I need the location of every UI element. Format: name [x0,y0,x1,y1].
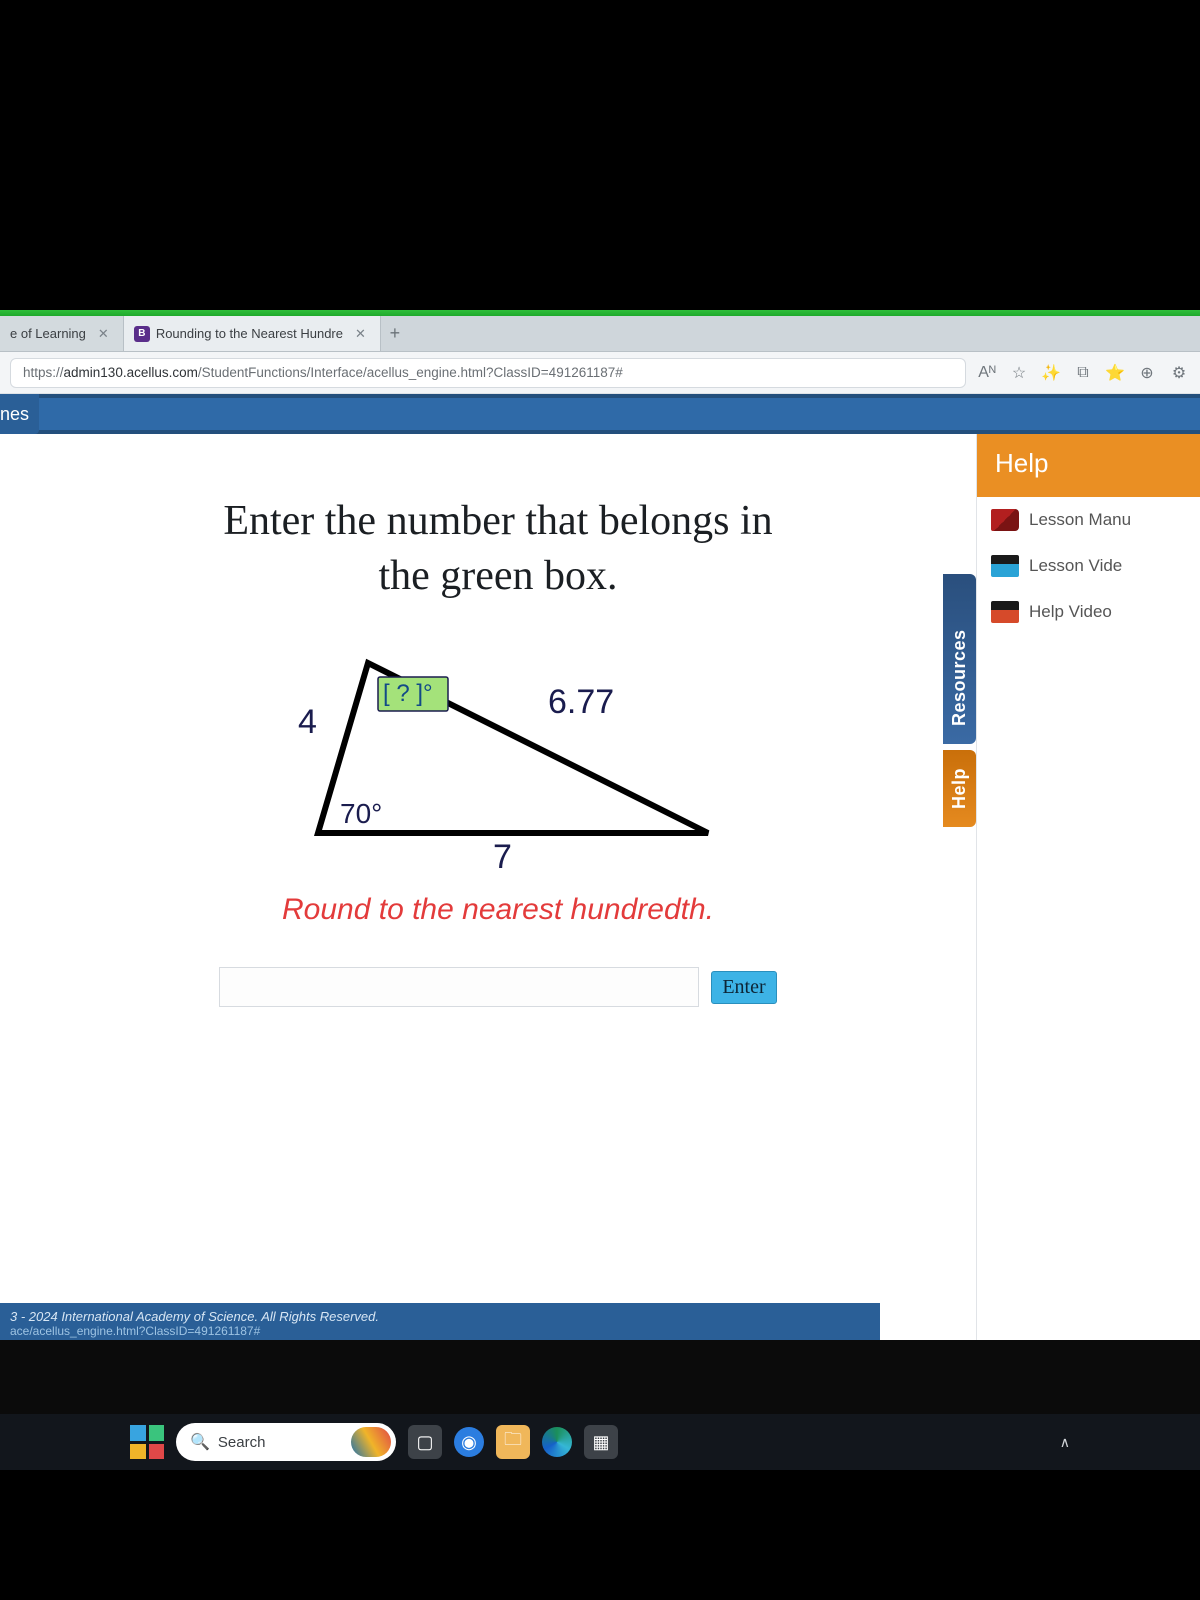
collections-icon[interactable]: ⊕ [1136,363,1158,383]
browser-tab-active[interactable]: B Rounding to the Nearest Hundre ✕ [124,316,381,351]
help-item-lesson-manual[interactable]: Lesson Manu [977,497,1200,543]
question-area: Enter the number that belongs in the gre… [0,434,976,1340]
prompt-line: Enter the number that belongs in [223,498,772,544]
app-grid-icon[interactable]: ▦ [584,1425,618,1459]
url-host: admin130.acellus.com [64,365,198,380]
side-label-bottom: 7 [493,838,512,873]
address-bar[interactable]: https://admin130.acellus.com/StudentFunc… [10,358,966,388]
windows-taskbar: 🔍 Search ▢ ◉ 🗀 ▦ ∧ [0,1414,1200,1470]
site-footer: 3 - 2024 International Academy of Scienc… [0,1303,880,1340]
search-highlight-icon [351,1427,391,1457]
browser-tab-strip: e of Learning ✕ B Rounding to the Neares… [0,316,1200,352]
browser-tab-inactive[interactable]: e of Learning ✕ [0,316,124,351]
tab-favicon: B [134,326,150,342]
clapper-icon [991,601,1019,623]
book-icon [991,509,1019,531]
search-placeholder: Search [218,1434,266,1451]
lesson-app: Enter the number that belongs in the gre… [0,434,1200,1340]
read-aloud-icon[interactable]: Aᴺ [976,364,998,382]
taskbar-search[interactable]: 🔍 Search [176,1423,396,1461]
favorite-icon[interactable]: ☆ [1008,363,1030,383]
favorites-bar-icon[interactable]: ⭐ [1104,363,1126,383]
help-item-label: Lesson Vide [1029,556,1122,576]
camera-app-icon[interactable]: ◉ [454,1427,484,1457]
question-prompt: Enter the number that belongs in the gre… [108,494,888,603]
sparkle-icon[interactable]: ✨ [1040,363,1062,383]
system-tray[interactable]: ∧ [1060,1434,1070,1451]
resources-tab[interactable]: Resources [943,574,976,744]
footer-path: ace/acellus_engine.html?ClassID=49126118… [10,1324,870,1338]
answer-row: Enter [80,967,916,1007]
url-path: /StudentFunctions/Interface/acellus_engi… [198,365,623,380]
side-label-left: 4 [298,703,317,741]
help-item-label: Help Video [1029,602,1112,622]
help-item-label: Lesson Manu [1029,510,1131,530]
tab-title: e of Learning [10,326,86,341]
prompt-line: the green box. [378,553,617,599]
browser-toolbar: https://admin130.acellus.com/StudentFunc… [0,352,1200,394]
answer-input[interactable] [219,967,699,1007]
help-tab[interactable]: Help [943,750,976,827]
unit-label-fragment: nes [0,394,39,434]
new-tab-button[interactable]: + [381,316,409,351]
angle-label: 70° [340,798,382,829]
help-item-lesson-video[interactable]: Lesson Vide [977,543,1200,589]
site-header-band [0,394,1200,434]
tray-caret-icon[interactable]: ∧ [1060,1434,1070,1451]
unknown-angle-label: [ ? ]° [383,680,433,707]
close-icon[interactable]: ✕ [98,326,109,342]
tab-title: Rounding to the Nearest Hundre [156,326,343,341]
help-panel: Help Lesson Manu Lesson Vide Help Video [976,434,1200,1340]
copyright-text: 3 - 2024 International Academy of Scienc… [10,1309,379,1324]
task-view-icon[interactable]: ▢ [408,1425,442,1459]
edge-browser-icon[interactable] [542,1427,572,1457]
url-prefix: https:// [23,365,64,380]
side-tabs: Resources Help [943,574,976,827]
enter-button[interactable]: Enter [711,971,776,1004]
split-icon[interactable]: ⧉ [1072,364,1094,382]
start-button[interactable] [130,1425,164,1459]
settings-icon[interactable]: ⚙ [1168,363,1190,383]
file-explorer-icon[interactable]: 🗀 [496,1425,530,1459]
side-label-hyp: 6.77 [548,683,614,721]
close-icon[interactable]: ✕ [355,326,366,342]
clapper-icon [991,555,1019,577]
search-icon: 🔍 [190,1432,210,1452]
help-panel-title: Help [977,434,1200,497]
triangle-diagram: 4 6.77 7 70° [ ? ]° [248,633,748,873]
rounding-instruction: Round to the nearest hundredth. [80,893,916,927]
help-item-help-video[interactable]: Help Video [977,589,1200,635]
